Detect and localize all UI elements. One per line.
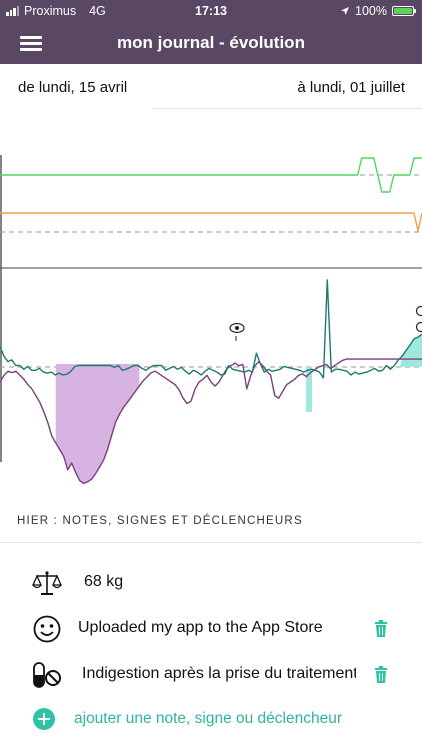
trigger-entry[interactable]: Indigestion après la prise du traitement [0,656,422,692]
trigger-text: Indigestion après la prise du traitement [82,665,356,682]
smiley-icon [33,615,61,643]
battery-percent: 100% [355,4,387,18]
date-to-selector[interactable]: à lundi, 01 juillet [297,79,405,96]
add-circle-icon[interactable] [33,708,55,730]
chart-marker-icons[interactable] [415,305,422,333]
chart-eye-icon[interactable] [229,322,245,342]
date-divider [152,108,422,109]
series-line-green [0,157,422,193]
series-line-orange [0,212,422,232]
pill-no-icon [33,662,61,688]
teal-area-highlight [400,334,422,367]
add-note-link[interactable]: ajouter une note, signe ou déclencheur [74,710,342,728]
section-divider [0,542,422,543]
weight-value: 68 kg [84,573,124,590]
date-range: de lundi, 15 avril à lundi, 01 juillet [0,64,422,110]
add-note-row[interactable]: ajouter une note, signe ou déclencheur [0,702,422,736]
page-title: mon journal - évolution [117,33,305,52]
navigation-bar: mon journal - évolution [0,22,422,64]
notes-section-header: HIER : NOTES, SIGNES ET DÉCLENCHEURS [17,515,303,527]
series-line-teal [0,279,422,379]
location-arrow-icon [341,7,350,15]
weight-entry[interactable]: 68 kg [0,564,422,600]
trash-icon[interactable] [374,620,388,637]
trash-icon[interactable] [374,666,388,683]
note-entry[interactable]: Uploaded my app to the App Store [0,610,422,646]
scale-balance-icon [32,571,62,595]
status-bar: Proximus 4G 17:13 100% [0,0,422,22]
evolution-chart[interactable] [0,110,422,510]
battery-icon [392,6,416,16]
note-text: Uploaded my app to the App Store [78,619,323,636]
purple-area-highlight [55,364,140,484]
date-from-selector[interactable]: de lundi, 15 avril [18,79,127,96]
